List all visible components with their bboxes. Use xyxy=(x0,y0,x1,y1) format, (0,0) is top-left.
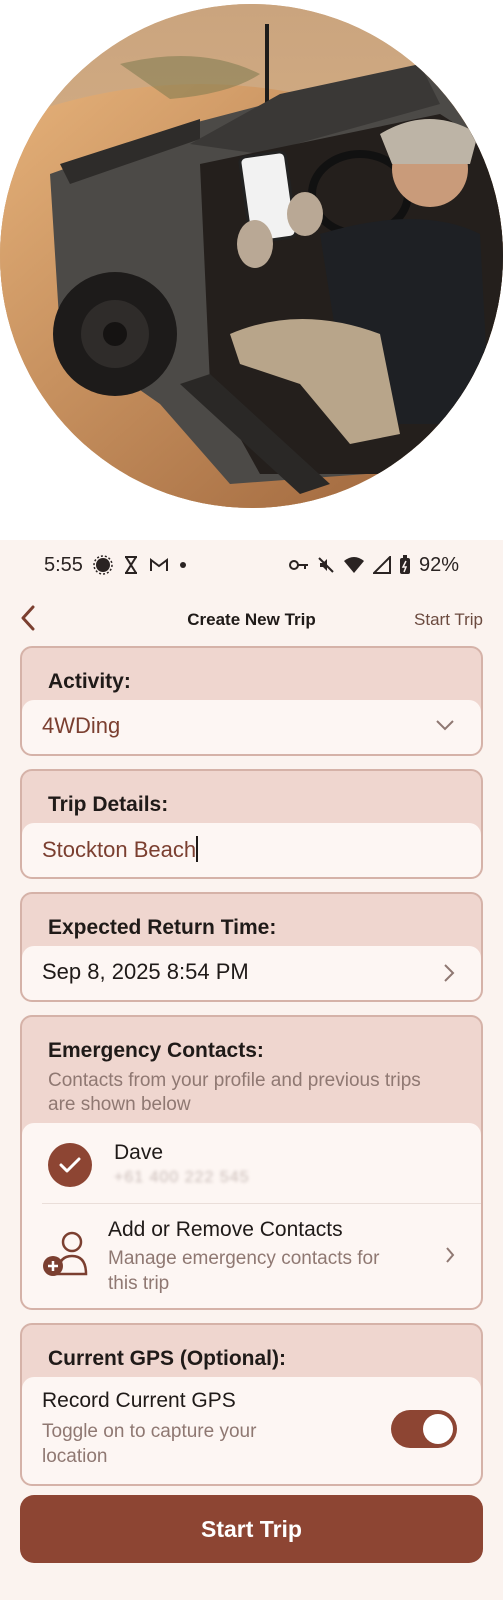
manage-contacts-title: Add or Remove Contacts xyxy=(108,1218,343,1241)
status-bar: 5:55 92% xyxy=(0,540,503,590)
emergency-contacts-card: Emergency Contacts: Contacts from your p… xyxy=(20,1015,483,1310)
hero-photo-area xyxy=(0,0,503,510)
add-person-icon xyxy=(43,1231,88,1276)
hero-illustration xyxy=(0,4,503,508)
hourglass-icon xyxy=(123,556,139,574)
trip-details-value: Stockton Beach xyxy=(42,837,197,862)
hero-photo xyxy=(0,4,503,508)
gps-title: Record Current GPS xyxy=(42,1389,236,1412)
emergency-contacts-subtitle: Contacts from your profile and previous … xyxy=(48,1070,421,1115)
activity-card: Activity: 4WDing xyxy=(20,646,483,756)
gps-row: Record Current GPS Toggle on to capture … xyxy=(22,1377,481,1484)
return-time-value: Sep 8, 2025 8:54 PM xyxy=(42,959,249,984)
return-time-card: Expected Return Time: Sep 8, 2025 8:54 P… xyxy=(20,892,483,1002)
battery-icon xyxy=(399,555,411,575)
contact-name: Dave xyxy=(114,1141,164,1164)
trip-details-input[interactable]: Stockton Beach xyxy=(22,823,481,877)
activity-value: 4WDing xyxy=(42,713,121,738)
contact-phone: +61 400 222 545 xyxy=(114,1169,250,1186)
gps-label: Current GPS (Optional): xyxy=(48,1347,286,1370)
check-circle-icon[interactable] xyxy=(48,1143,92,1187)
cell-signal-icon xyxy=(372,556,391,574)
trip-details-card: Trip Details: Stockton Beach xyxy=(20,769,483,879)
manage-contacts-row[interactable]: Add or Remove Contacts Manage emergency … xyxy=(22,1204,481,1308)
trip-details-label: Trip Details: xyxy=(48,793,169,816)
gps-toggle[interactable] xyxy=(391,1410,457,1448)
chevron-right-icon xyxy=(444,964,455,982)
wifi-icon xyxy=(343,556,365,574)
battery-percent: 92% xyxy=(418,553,459,576)
manage-contacts-subtitle: Manage emergency contacts for this trip xyxy=(108,1248,380,1294)
contact-row[interactable]: Dave +61 400 222 545 xyxy=(22,1123,481,1203)
chevron-right-icon xyxy=(446,1247,455,1263)
start-trip-nav-button[interactable]: Start Trip xyxy=(414,610,483,630)
activity-label: Activity: xyxy=(48,670,131,693)
emergency-contacts-label: Emergency Contacts: xyxy=(48,1039,264,1062)
toggle-knob xyxy=(423,1414,453,1444)
contacts-list: Dave +61 400 222 545 Add or Remove Conta… xyxy=(22,1123,481,1308)
activity-select[interactable]: 4WDing xyxy=(22,700,481,754)
text-cursor xyxy=(196,836,199,862)
return-time-picker[interactable]: Sep 8, 2025 8:54 PM xyxy=(22,946,481,1000)
start-trip-button[interactable]: Start Trip xyxy=(20,1495,483,1563)
status-time: 5:55 xyxy=(44,553,83,576)
gmail-icon xyxy=(149,557,169,573)
mute-icon xyxy=(317,556,335,574)
return-time-label: Expected Return Time: xyxy=(48,916,277,939)
gps-card: Current GPS (Optional): Record Current G… xyxy=(20,1323,483,1486)
app-screen: 5:55 92% Create New Trip Start Trip Acti… xyxy=(0,540,503,1600)
chevron-down-icon xyxy=(436,720,454,731)
dot-icon xyxy=(179,561,187,569)
gps-subtitle: Toggle on to capture your location xyxy=(42,1421,257,1467)
vpn-key-icon xyxy=(288,559,309,571)
nav-bar: Create New Trip Start Trip xyxy=(0,590,503,650)
signal-app-icon xyxy=(93,555,113,575)
